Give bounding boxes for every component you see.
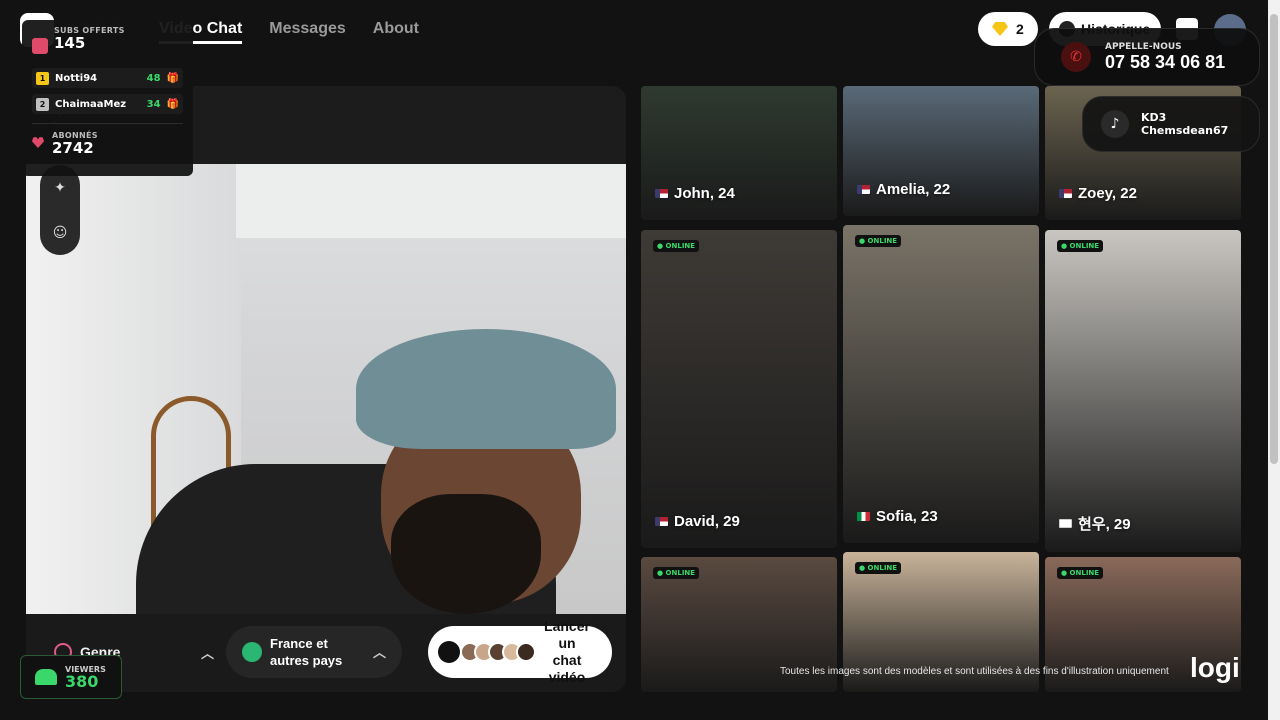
online-badge: ● ONLINE <box>653 240 700 252</box>
launch-line3: chat <box>552 652 582 668</box>
profile-name-text: Amelia, 22 <box>876 181 951 198</box>
country-label-line2: autres pays <box>270 653 343 668</box>
gift-icon: 🎁 <box>166 98 179 110</box>
launch-line2: un <box>558 635 576 651</box>
flag-icon <box>655 189 668 198</box>
chevron-up-icon: ︿ <box>372 644 386 660</box>
country-label-line1: France et <box>270 636 328 651</box>
call-number: 07 58 34 06 81 <box>1105 51 1226 72</box>
rank-badge: 2 <box>36 97 49 111</box>
flag-icon <box>1059 189 1072 198</box>
viewers-count: 380 <box>65 671 99 691</box>
call-label: APPELLE-NOUS <box>1105 41 1182 52</box>
profile-name: 현우, 29 <box>1059 513 1131 534</box>
followers-count: 2742 <box>52 139 94 157</box>
people-icon <box>35 669 57 685</box>
magic-wand-icon[interactable]: ✦ <box>52 180 68 196</box>
launch-video-chat-button[interactable]: Lancer un chat vidéo <box>428 618 612 685</box>
profile-name-text: Zoey, 22 <box>1078 185 1137 202</box>
online-badge: ● ONLINE <box>653 567 700 579</box>
profile-name: John, 24 <box>655 185 735 202</box>
viewers-badge: VIEWERS 380 <box>20 655 122 699</box>
nav-about[interactable]: About <box>373 20 419 44</box>
globe-icon <box>242 642 262 662</box>
webcam-feed <box>26 164 626 614</box>
profile-card[interactable]: Amelia, 22 <box>843 86 1039 216</box>
online-badge: ● ONLINE <box>855 235 902 247</box>
flag-icon <box>857 512 870 521</box>
tiktok-icon: ♪ <box>1101 110 1129 138</box>
tiktok-overlay: ♪ KD3 Chemsdean67 <box>1082 96 1260 152</box>
profile-card[interactable]: ● ONLINE David, 29 <box>641 230 837 548</box>
leader-name: ChaimaaMez <box>55 98 127 110</box>
rank-badge: 1 <box>36 71 49 85</box>
profile-name: David, 29 <box>655 513 740 530</box>
profile-name: Zoey, 22 <box>1059 185 1137 202</box>
video-panel: Genre ︿ France et autres pays ︿ Lancer un c… <box>26 86 626 692</box>
tiktok-line2: Chemsdean67 <box>1141 124 1229 137</box>
profile-grid: John, 24 Amelia, 22 Zoey, 22 ● ONLINE David,… <box>641 86 1241 692</box>
divider <box>32 123 183 124</box>
gift-icon <box>32 38 48 54</box>
flag-icon <box>1059 519 1072 528</box>
chevron-up-icon: ︿ <box>200 645 214 661</box>
launch-line4: vidéo <box>548 669 586 685</box>
heart-icon <box>32 137 44 148</box>
face-filter-icon[interactable]: ☺ <box>52 225 68 241</box>
leader-row: 2 ChaimaaMez 34 🎁 <box>32 94 183 114</box>
flag-icon <box>655 517 668 526</box>
profile-name-text: David, 29 <box>674 513 740 530</box>
launch-line1: Lancer <box>544 618 590 634</box>
person-beard <box>391 494 541 614</box>
leader-score: 48 <box>146 72 161 84</box>
country-label: France et autres pays <box>270 635 342 669</box>
profile-name-text: 현우, 29 <box>1078 516 1131 533</box>
page-scrollbar[interactable] <box>1268 0 1280 720</box>
flag-icon <box>857 185 870 194</box>
profile-name-text: Sofia, 23 <box>876 508 938 525</box>
profile-name-text: John, 24 <box>674 185 735 202</box>
launch-label: Lancer un chat vidéo <box>542 618 592 686</box>
phone-icon: ✆ <box>1061 42 1091 72</box>
brand-logo: logi <box>1190 652 1240 683</box>
gem-icon <box>992 22 1008 36</box>
person-cap <box>356 329 616 449</box>
app-window: ozoc Video Chat Messages About 2 Histori… <box>0 0 1280 720</box>
scroll-thumb[interactable] <box>1270 14 1278 464</box>
avatar-stack <box>460 642 536 662</box>
camera-icon <box>438 641 460 663</box>
profile-card[interactable]: ● ONLINE Sofia, 23 <box>843 225 1039 543</box>
tiktok-line1: KD3 <box>1141 111 1167 124</box>
profile-card[interactable]: ● ONLINE 현우, 29 <box>1045 230 1241 552</box>
profile-name: Amelia, 22 <box>857 181 950 198</box>
leader-score: 34 <box>146 98 161 110</box>
online-badge: ● ONLINE <box>855 562 902 574</box>
subs-count: 145 <box>54 34 86 52</box>
side-toolbar: ✦ ☺ <box>40 165 80 255</box>
leader-row: 1 Notti94 48 🎁 <box>32 68 183 88</box>
profile-name: Sofia, 23 <box>857 508 938 525</box>
main-nav: Video Chat Messages About <box>159 20 419 44</box>
country-selector[interactable]: France et autres pays ︿ <box>226 626 402 678</box>
leader-name: Notti94 <box>55 72 98 84</box>
subs-panel: SUBS OFFERTS 145 1 Notti94 48 🎁 2 Chaima… <box>22 20 193 176</box>
nav-messages[interactable]: Messages <box>269 20 346 44</box>
ceiling <box>236 164 626 238</box>
online-badge: ● ONLINE <box>1057 567 1104 579</box>
gems-count: 2 <box>1016 21 1024 37</box>
gems-button[interactable]: 2 <box>978 12 1038 46</box>
disclaimer-text: Toutes les images sont des modèles et so… <box>780 666 1169 677</box>
gift-icon: 🎁 <box>166 72 179 84</box>
call-overlay: ✆ APPELLE-NOUS 07 58 34 06 81 <box>1034 28 1260 86</box>
online-badge: ● ONLINE <box>1057 240 1104 252</box>
profile-card[interactable]: John, 24 <box>641 86 837 220</box>
